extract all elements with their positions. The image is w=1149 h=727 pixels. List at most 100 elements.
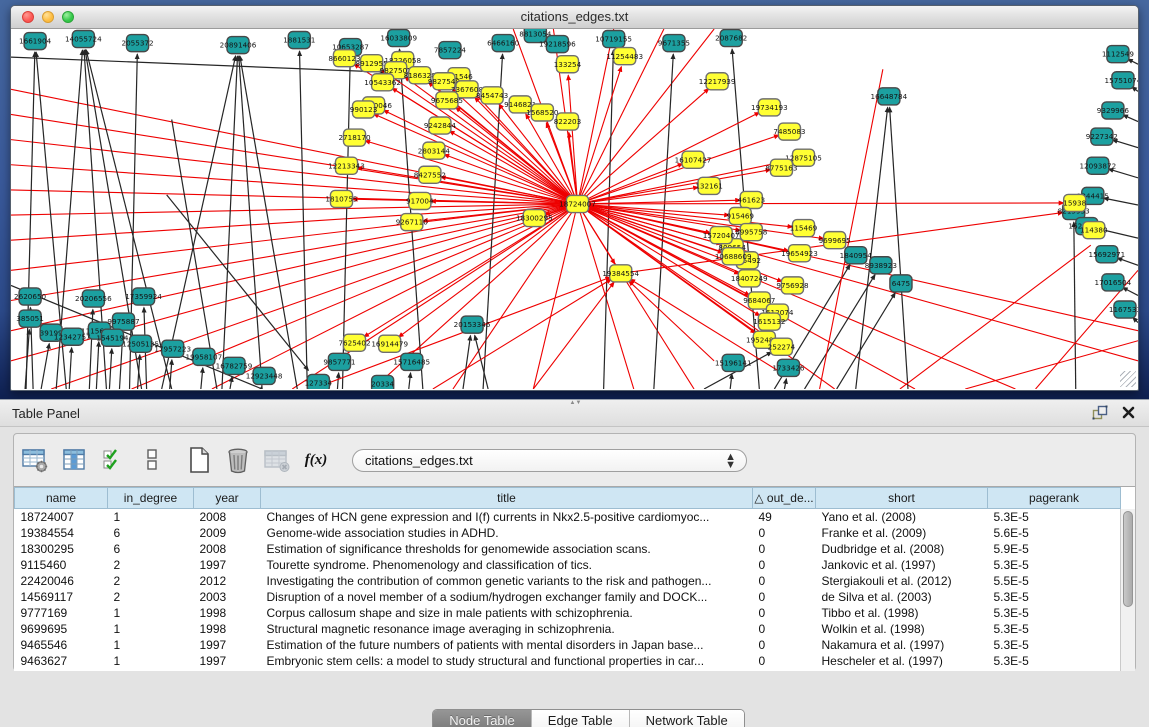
graph-node-yellow[interactable]: 115469: [790, 220, 818, 237]
table-cell[interactable]: 0: [753, 653, 816, 669]
graph-node-teal[interactable]: 8938923: [865, 257, 898, 274]
graph-node-yellow[interactable]: 11254483: [606, 48, 643, 65]
table-cell[interactable]: 1997: [194, 637, 261, 653]
graph-node-yellow[interactable]: 822203: [554, 113, 582, 130]
table-cell[interactable]: Estimation of significance thresholds fo…: [261, 541, 753, 557]
window-resize-grip[interactable]: [1120, 371, 1136, 387]
graph-node-yellow[interactable]: 7625402: [338, 334, 370, 351]
tab-network-table[interactable]: Network Table: [630, 710, 744, 727]
table-cell[interactable]: Corpus callosum shape and size in male p…: [261, 605, 753, 621]
table-cell[interactable]: Hescheler et al. (1997): [816, 653, 988, 669]
column-header-pagerank[interactable]: pagerank: [988, 488, 1121, 509]
network-canvas[interactable]: 1661904140557242055372208914061881531106…: [11, 29, 1138, 389]
graph-node-teal[interactable]: 385051: [16, 310, 44, 327]
graph-edge[interactable]: [138, 355, 140, 389]
graph-node-teal[interactable]: 12093872: [1079, 157, 1116, 174]
table-cell[interactable]: Structural magnetic resonance image aver…: [261, 621, 753, 637]
graph-edge[interactable]: [578, 204, 824, 239]
graph-node-yellow[interactable]: 9756928: [776, 277, 809, 294]
graph-edge[interactable]: [578, 112, 760, 204]
table-cell[interactable]: Genome-wide association studies in ADHD.: [261, 525, 753, 541]
graph-node-yellow[interactable]: 9675685: [431, 92, 463, 109]
table-row[interactable]: 969969511998Structural magnetic resonanc…: [15, 621, 1121, 637]
column-header-in_degree[interactable]: in_degree: [108, 488, 194, 509]
citation-network-graph[interactable]: 1661904140557242055372208914061881531106…: [11, 29, 1138, 389]
graph-node-teal[interactable]: 9857771: [323, 353, 355, 370]
graph-node-yellow[interactable]: 990123: [350, 101, 378, 118]
graph-edge[interactable]: [837, 293, 896, 389]
graph-node-yellow[interactable]: 16107427: [675, 151, 712, 168]
table-cell[interactable]: 2009: [194, 525, 261, 541]
graph-node-yellow[interactable]: 114380: [1080, 222, 1108, 239]
table-cell[interactable]: 1: [108, 637, 194, 653]
graph-node-teal[interactable]: 15196141: [715, 354, 752, 371]
table-cell[interactable]: 2: [108, 589, 194, 605]
graph-edge[interactable]: [11, 140, 578, 204]
table-cell[interactable]: 14569117: [15, 589, 108, 605]
graph-edge[interactable]: [578, 203, 1064, 204]
table-cell[interactable]: 1997: [194, 653, 261, 669]
graph-node-teal[interactable]: 1881531: [283, 32, 315, 49]
graph-node-yellow[interactable]: 19384554: [602, 265, 639, 282]
split-pane-handle-icon[interactable]: ▲▼: [570, 401, 580, 406]
table-cell[interactable]: de Silva et al. (2003): [816, 589, 988, 605]
graph-node-teal[interactable]: 20334: [371, 375, 394, 389]
table-cell[interactable]: Changes of HCN gene expression and I(f) …: [261, 509, 753, 525]
graph-node-yellow[interactable]: 15938: [1063, 194, 1086, 211]
new-file-icon[interactable]: [184, 445, 214, 475]
graph-edge[interactable]: [69, 348, 71, 389]
graph-edge[interactable]: [533, 282, 614, 389]
column-header-short[interactable]: short: [816, 488, 988, 509]
table-cell[interactable]: 2008: [194, 509, 261, 525]
table-row[interactable]: 2242004622012Investigating the contribut…: [15, 573, 1121, 589]
table-cell[interactable]: 1998: [194, 621, 261, 637]
table-cell[interactable]: Yano et al. (2008): [816, 509, 988, 525]
table-cell[interactable]: 0: [753, 525, 816, 541]
graph-edge[interactable]: [409, 373, 411, 389]
graph-edge[interactable]: [41, 344, 49, 389]
table-row[interactable]: 946362711997Embryonic stem cells: a mode…: [15, 653, 1121, 669]
graph-node-teal[interactable]: 20891406: [220, 37, 257, 54]
show-columns-icon[interactable]: [59, 445, 89, 475]
graph-node-teal[interactable]: 17016504: [1095, 274, 1132, 291]
graph-node-teal[interactable]: 1167533: [1109, 301, 1138, 318]
table-cell[interactable]: 1998: [194, 605, 261, 621]
table-cell[interactable]: 0: [753, 637, 816, 653]
table-cell[interactable]: 5.3E-5: [988, 509, 1121, 525]
table-cell[interactable]: 6: [108, 541, 194, 557]
table-row[interactable]: 1938455462009Genome-wide association stu…: [15, 525, 1121, 541]
graph-node-yellow[interactable]: 2718170: [338, 129, 371, 146]
table-cell[interactable]: 2012: [194, 573, 261, 589]
table-cell[interactable]: Estimation of the future numbers of pati…: [261, 637, 753, 653]
graph-node-yellow[interactable]: 917004: [406, 192, 434, 209]
table-selector-dropdown[interactable]: citations_edges.txt ▲▼: [352, 449, 747, 472]
graph-node-yellow[interactable]: 8995758: [735, 224, 768, 241]
table-cell[interactable]: 0: [753, 621, 816, 637]
graph-edge[interactable]: [730, 374, 732, 389]
graph-edge[interactable]: [805, 275, 876, 389]
table-cell[interactable]: 18724007: [15, 509, 108, 525]
select-all-columns-icon[interactable]: [98, 445, 128, 475]
graph-edge[interactable]: [374, 114, 578, 204]
graph-node-yellow[interactable]: 12217939: [699, 73, 736, 90]
unselect-all-columns-icon[interactable]: [137, 445, 167, 475]
table-cell[interactable]: 5.9E-5: [988, 541, 1121, 557]
graph-edge[interactable]: [578, 67, 622, 204]
table-cell[interactable]: 9699695: [15, 621, 108, 637]
close-panel-icon[interactable]: [1122, 406, 1135, 424]
table-cell[interactable]: 2: [108, 573, 194, 589]
graph-edge[interactable]: [1123, 288, 1138, 296]
table-cell[interactable]: Franke et al. (2009): [816, 525, 988, 541]
table-cell[interactable]: 1997: [194, 557, 261, 573]
table-cell[interactable]: 5.3E-5: [988, 557, 1121, 573]
graph-node-teal[interactable]: 2087682: [715, 30, 747, 47]
graph-node-teal[interactable]: 15716485: [393, 353, 430, 370]
graph-edge[interactable]: [1117, 258, 1138, 265]
graph-edge[interactable]: [890, 107, 908, 389]
table-row[interactable]: 1456911722003Disruption of a novel membe…: [15, 589, 1121, 605]
graph-node-teal[interactable]: 9227342: [1086, 128, 1118, 145]
graph-node-teal[interactable]: 2620650: [14, 288, 47, 305]
graph-node-yellow[interactable]: 132161: [695, 177, 723, 194]
graph-node-yellow[interactable]: 1810755: [325, 190, 357, 207]
table-cell[interactable]: Nakamura et al. (1997): [816, 637, 988, 653]
